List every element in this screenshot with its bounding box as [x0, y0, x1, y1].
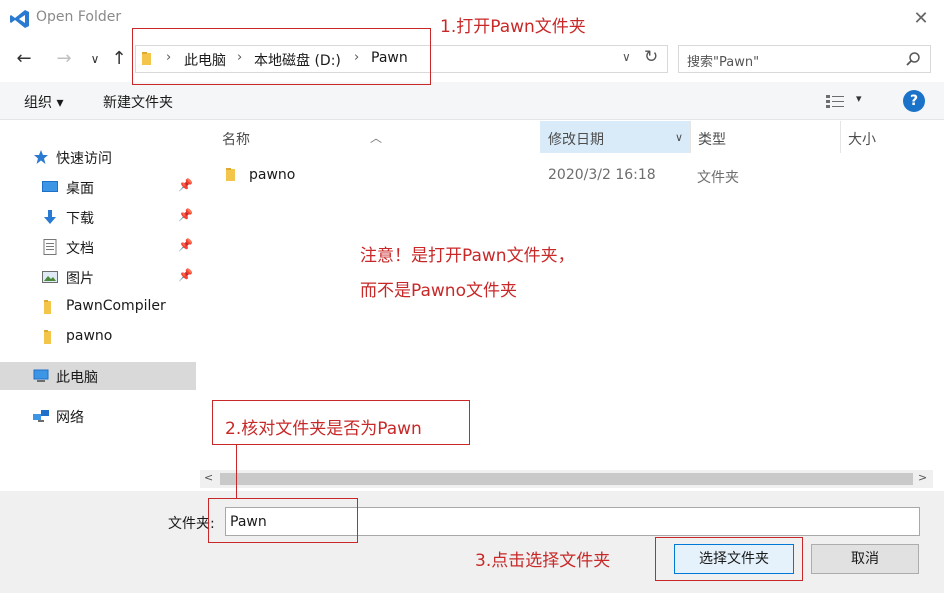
computer-icon: [33, 369, 49, 382]
sidebar-item-pictures[interactable]: 图片 📌: [0, 263, 196, 291]
sidebar-item-label: 下载: [66, 211, 94, 227]
address-dropdown-icon[interactable]: ∨: [622, 50, 631, 64]
annotation-box-folder-field: [208, 498, 358, 543]
column-header-label: 修改日期: [548, 132, 604, 148]
sidebar-item-label: PawnCompiler: [66, 298, 166, 314]
annotation-box-select-button: [655, 537, 803, 581]
sidebar-item-label: 网络: [56, 410, 84, 426]
pin-icon[interactable]: 📌: [178, 238, 193, 252]
organize-menu[interactable]: 组织 ▾: [24, 92, 63, 112]
sidebar-item-this-pc[interactable]: 此电脑: [0, 362, 196, 390]
annotation-step2: 2.核对文件夹是否为Pawn: [225, 419, 422, 439]
column-header-label: 名称: [222, 132, 250, 148]
sidebar-item-label: 此电脑: [56, 370, 98, 386]
window-title: Open Folder: [36, 9, 122, 25]
desktop-icon: [42, 181, 58, 192]
file-modified: 2020/3/2 16:18: [548, 167, 656, 183]
scroll-left-icon[interactable]: <: [204, 471, 213, 484]
document-icon: [43, 239, 57, 255]
annotation-step3: 3.点击选择文件夹: [475, 551, 611, 571]
scrollbar-thumb[interactable]: [220, 473, 913, 485]
annotation-step1: 1.打开Pawn文件夹: [440, 17, 586, 37]
download-icon: [44, 210, 56, 224]
sidebar-item-quick-access[interactable]: 快速访问: [0, 143, 196, 171]
sidebar-item-label: 文档: [66, 241, 94, 257]
new-folder-button[interactable]: 新建文件夹: [103, 92, 173, 112]
cancel-button[interactable]: 取消: [811, 544, 919, 574]
refresh-icon[interactable]: ↻: [644, 47, 658, 67]
navigation-pane: 快速访问 桌面 📌 下载 📌 文档 📌 图片 📌 PawnCompiler pa…: [0, 121, 197, 491]
sidebar-item-documents[interactable]: 文档 📌: [0, 233, 196, 261]
column-header-modified[interactable]: 修改日期 ∨: [540, 121, 690, 153]
command-toolbar: 组织 ▾ 新建文件夹 ▾ ?: [0, 82, 944, 120]
pictures-icon: [42, 271, 58, 283]
help-icon[interactable]: ?: [903, 90, 925, 112]
folder-icon: [44, 300, 51, 314]
view-options-icon[interactable]: [826, 94, 844, 108]
sidebar-item-desktop[interactable]: 桌面 📌: [0, 173, 196, 201]
folder-icon: [44, 330, 51, 344]
annotation-note-line1: 注意！是打开Pawn文件夹，: [360, 246, 575, 266]
scroll-right-icon[interactable]: >: [918, 471, 927, 484]
column-header-label: 类型: [698, 132, 726, 148]
annotation-connector: [236, 445, 237, 498]
search-icon[interactable]: [905, 51, 921, 67]
recent-locations-icon[interactable]: ∨: [84, 48, 106, 70]
up-arrow-icon[interactable]: ↑: [108, 48, 130, 70]
vscode-icon: [10, 10, 29, 28]
column-filter-icon[interactable]: ∨: [675, 131, 683, 144]
view-dropdown-icon[interactable]: ▾: [856, 92, 862, 105]
sidebar-item-label: pawno: [66, 328, 113, 344]
sidebar-item-pawncompiler[interactable]: PawnCompiler: [0, 293, 196, 321]
back-arrow-icon[interactable]: ←: [13, 48, 35, 70]
sidebar-item-pawno[interactable]: pawno: [0, 323, 196, 351]
column-header-name[interactable]: ︿ 名称: [200, 121, 540, 153]
pin-icon[interactable]: 📌: [178, 268, 193, 282]
pin-icon[interactable]: 📌: [178, 178, 193, 192]
search-placeholder: 搜索"Pawn": [687, 55, 760, 70]
sidebar-item-network[interactable]: 网络: [0, 402, 196, 430]
column-header-size[interactable]: 大小: [840, 121, 944, 153]
network-icon: [33, 410, 49, 422]
pin-icon[interactable]: 📌: [178, 208, 193, 222]
annotation-box-address: [132, 28, 431, 85]
close-icon[interactable]: ✕: [906, 4, 936, 34]
horizontal-scrollbar[interactable]: < >: [200, 470, 933, 488]
annotation-note-line2: 而不是Pawno文件夹: [360, 281, 517, 301]
file-row[interactable]: pawno 2020/3/2 16:18 文件夹: [200, 164, 944, 188]
sidebar-item-label: 桌面: [66, 181, 94, 197]
star-icon: [34, 150, 48, 164]
sidebar-item-downloads[interactable]: 下载 📌: [0, 203, 196, 231]
folder-icon: [226, 168, 235, 181]
search-box[interactable]: 搜索"Pawn": [678, 45, 931, 73]
sort-ascending-icon: ︿: [370, 131, 383, 145]
sidebar-item-label: 快速访问: [56, 151, 112, 167]
forward-arrow-icon[interactable]: →: [53, 48, 75, 70]
column-header-label: 大小: [848, 132, 876, 148]
column-header-type[interactable]: 类型: [690, 121, 840, 153]
file-type: 文件夹: [697, 170, 739, 186]
sidebar-item-label: 图片: [66, 271, 94, 287]
file-name: pawno: [249, 167, 296, 183]
